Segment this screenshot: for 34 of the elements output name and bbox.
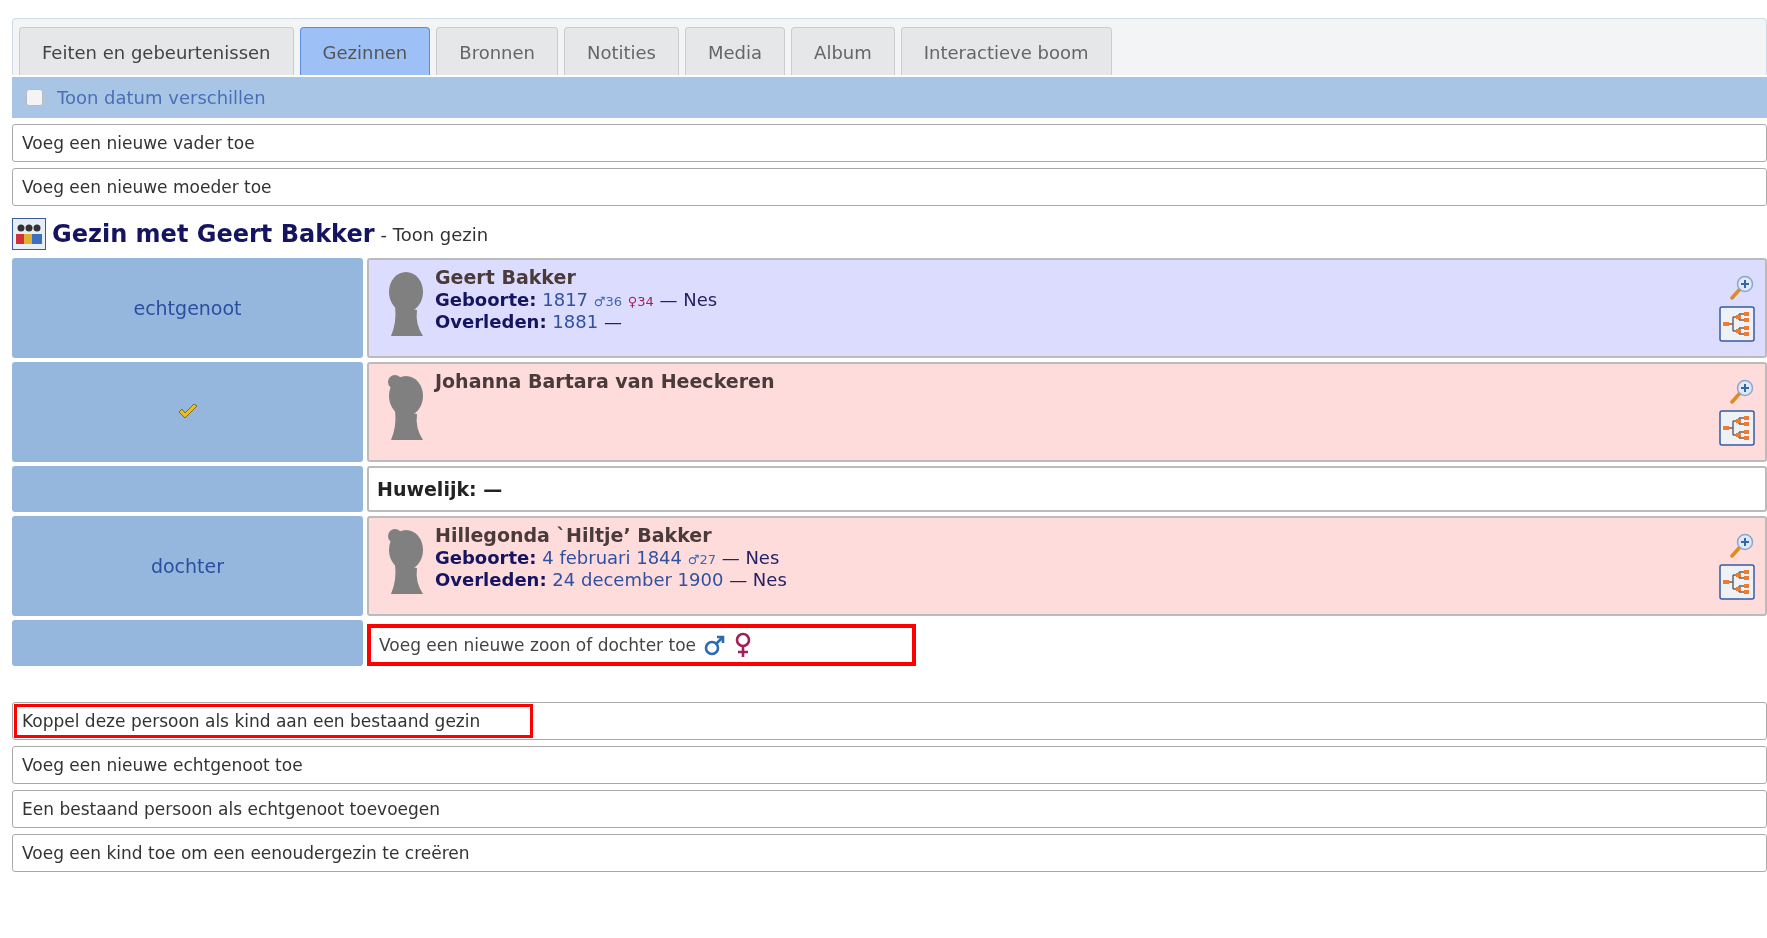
role-cell: dochter	[12, 516, 363, 616]
male-symbol-icon[interactable]	[704, 633, 726, 657]
tab[interactable]: Interactieve boom	[900, 27, 1112, 75]
fact-line: Overleden: 1881 —	[435, 311, 623, 332]
tree-chart-icon[interactable]	[1719, 306, 1755, 342]
checkbox[interactable]	[26, 89, 43, 106]
tree-chart-icon[interactable]	[1719, 410, 1755, 446]
show-family-link[interactable]: - Toon gezin	[380, 223, 489, 245]
action-link[interactable]: Koppel deze persoon als kind aan een bestaand gezin	[14, 704, 534, 738]
action-link[interactable]: Voeg een nieuwe vader toe	[14, 126, 263, 160]
tab[interactable]: Feiten en gebeurtenissen	[19, 27, 294, 75]
tab[interactable]: Album	[791, 27, 895, 75]
fact-line: Geboorte: 4 februari 1844 ♂27 — Nes	[435, 547, 781, 568]
person-name[interactable]: Hillegonda `Hiltje’ Bakker	[435, 524, 1719, 546]
add-child-link[interactable]: Voeg een nieuwe zoon of dochter toe	[367, 624, 916, 666]
tab[interactable]: Gezinnen	[299, 27, 431, 75]
tab[interactable]: Bronnen	[436, 27, 558, 75]
zoom-in-icon[interactable]	[1729, 274, 1755, 300]
action-link[interactable]: Voeg een nieuwe echtgenoot toe	[14, 748, 311, 782]
female-symbol-icon[interactable]	[734, 632, 752, 658]
action-link[interactable]: Voeg een nieuwe moeder toe	[14, 170, 280, 204]
family-title: Gezin met Geert Bakker	[52, 220, 375, 248]
family-icon	[12, 218, 46, 250]
person-name[interactable]: Geert Bakker	[435, 266, 1719, 288]
zoom-in-icon[interactable]	[1729, 532, 1755, 558]
zoom-in-icon[interactable]	[1729, 378, 1755, 404]
tab[interactable]: Notities	[563, 27, 679, 75]
fact-line: Geboorte: 1817 ♂36 ♀34 — Nes	[435, 289, 719, 310]
role-cell: echtgenoot	[12, 258, 363, 358]
tree-chart-icon[interactable]	[1719, 564, 1755, 600]
fact-line: Overleden: 24 december 1900 — Nes	[435, 569, 788, 590]
person-name[interactable]: Johanna Bartara van Heeckeren	[435, 370, 1719, 392]
tab[interactable]: Media	[685, 27, 786, 75]
checkbox-label: Toon datum verschillen	[57, 87, 266, 108]
